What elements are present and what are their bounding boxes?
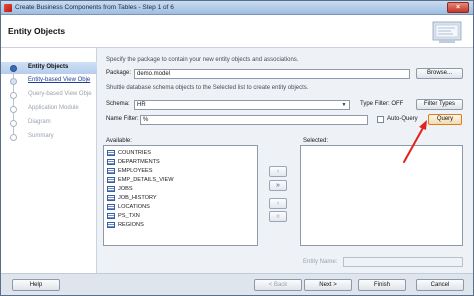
nav-item-entity-based-view-objects[interactable]: Entity-based View Obje [1,75,97,87]
step-indicator-icon [10,92,17,99]
list-item-label: PS_TXN [118,213,140,219]
table-icon [107,195,115,201]
nav-item-label: Entity-based View Obje [28,77,91,83]
name-filter-label: Name Filter: [106,116,139,122]
table-icon [107,213,115,219]
step-indicator-icon [10,120,17,127]
list-item-label: EMP_DETAILS_VIEW [118,177,174,183]
move-all-button[interactable]: » [269,180,287,191]
nav-item-label: Application Module [28,105,79,111]
schema-label: Schema: [106,101,130,107]
cancel-button[interactable]: Cancel [416,279,464,291]
available-label: Available: [106,138,132,144]
table-icon [107,177,115,183]
list-item-label: JOB_HISTORY [118,195,157,201]
app-icon [4,4,12,12]
package-input[interactable]: demo.model [134,69,410,79]
query-button[interactable]: Query [428,114,462,125]
entity-name-label: Entity Name: [303,259,338,265]
nav-item-label: Query-based View Obje [28,91,92,97]
nav-item-query-based-view-objects: Query-based View Obje [1,89,97,101]
browse-button[interactable]: Browse... [416,68,463,79]
table-icon [107,222,115,228]
available-list[interactable]: COUNTRIES DEPARTMENTS EMPLOYEES EMP_DETA… [103,145,258,246]
table-icon [107,168,115,174]
entity-name-input [343,257,463,267]
chevron-down-icon: ▼ [341,102,347,108]
help-button[interactable]: Help [12,279,60,291]
schema-select[interactable]: HR ▼ [134,100,350,110]
package-label: Package: [106,70,132,76]
shuttle-description: Shuttle database schema objects to the S… [106,85,309,91]
step-indicator-icon [10,65,17,72]
wizard-window: Create Business Components from Tables -… [0,0,474,296]
next-button[interactable]: Next > [304,279,352,291]
nav-item-application-module: Application Module [1,103,97,115]
schema-value: HR [137,102,146,108]
remove-selected-button[interactable]: ‹ [269,198,287,209]
name-filter-input[interactable]: % [140,115,368,125]
type-filter-status: Type Filter: OFF [360,101,404,107]
table-icon [107,150,115,156]
nav-item-diagram: Diagram [1,117,97,129]
nav-item-label: Diagram [28,119,51,125]
auto-query-label: Auto-Query [387,116,418,122]
wizard-nav: Entity Objects Entity-based View Obje Qu… [1,48,97,273]
move-selected-button[interactable]: › [269,166,287,177]
list-item-label: EMPLOYEES [118,168,153,174]
title-bar: Create Business Components from Tables -… [1,1,473,15]
selected-label: Selected: [303,138,329,144]
finish-button[interactable]: Finish [358,279,406,291]
page-header: Entity Objects [1,15,473,48]
nav-item-label: Entity Objects [28,64,69,70]
auto-query-checkbox[interactable] [377,116,384,123]
table-icon [107,186,115,192]
package-description: Specify the package to contain your new … [106,57,299,63]
step-indicator-icon [10,106,17,113]
list-item-label: LOCATIONS [118,204,150,210]
nav-item-label: Summary [28,133,54,139]
wizard-footer: Help < Back Next > Finish Cancel [1,273,473,295]
filter-types-button[interactable]: Filter Types [416,99,463,110]
nav-item-summary: Summary [1,131,97,143]
content-pane: Specify the package to contain your new … [98,48,473,273]
window-title: Create Business Components from Tables -… [15,4,174,11]
list-item-label: REGIONS [118,222,144,228]
list-item-label: DEPARTMENTS [118,159,160,165]
selected-list[interactable] [300,145,463,246]
remove-all-button[interactable]: « [269,211,287,222]
table-icon [107,159,115,165]
list-item-label: COUNTRIES [118,150,151,156]
close-icon[interactable]: × [447,2,469,13]
wizard-graphic-icon [432,21,462,43]
list-item-label: JOBS [118,186,133,192]
back-button: < Back [254,279,302,291]
nav-item-entity-objects[interactable]: Entity Objects [1,62,97,74]
step-indicator-icon [10,78,17,85]
page-title: Entity Objects [8,26,66,36]
table-icon [107,204,115,210]
step-indicator-icon [10,134,17,141]
